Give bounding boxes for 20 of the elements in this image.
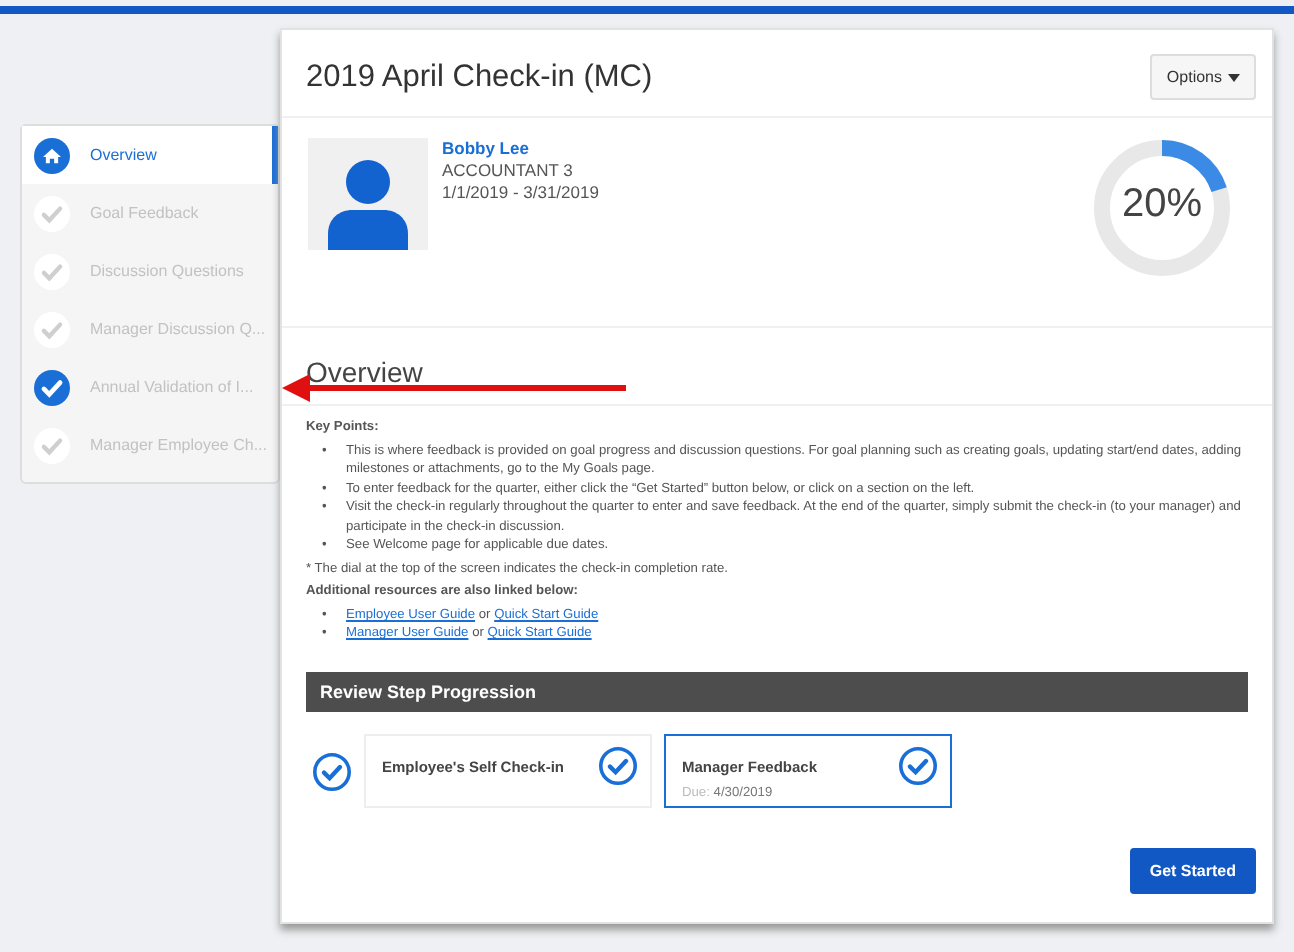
check-icon (34, 253, 70, 289)
get-started-button[interactable]: Get Started (1129, 848, 1256, 895)
completion-percent: 20% (1121, 182, 1203, 228)
check-icon (34, 369, 70, 405)
person-icon (324, 154, 412, 250)
check-circle-icon (312, 751, 352, 792)
options-button[interactable]: Options (1150, 54, 1256, 100)
caret-icon (1228, 73, 1240, 81)
check-circle-icon (598, 746, 638, 787)
check-icon (34, 427, 70, 463)
employee-name[interactable]: Bobby Lee (442, 138, 1070, 158)
check-icon (34, 195, 70, 231)
section-header-bar: Review Step Progression (306, 672, 1248, 713)
sidebar-item[interactable]: Overview (22, 126, 278, 184)
review-period: 1/1/2019 - 3/31/2019 (442, 182, 601, 202)
check-icon (34, 311, 70, 347)
job-title: ACCOUNTANT 3 (442, 160, 575, 180)
page-title: 2019 April Check-in (MC) (306, 59, 653, 95)
check-circle-icon (898, 746, 938, 787)
home-icon (34, 137, 70, 173)
